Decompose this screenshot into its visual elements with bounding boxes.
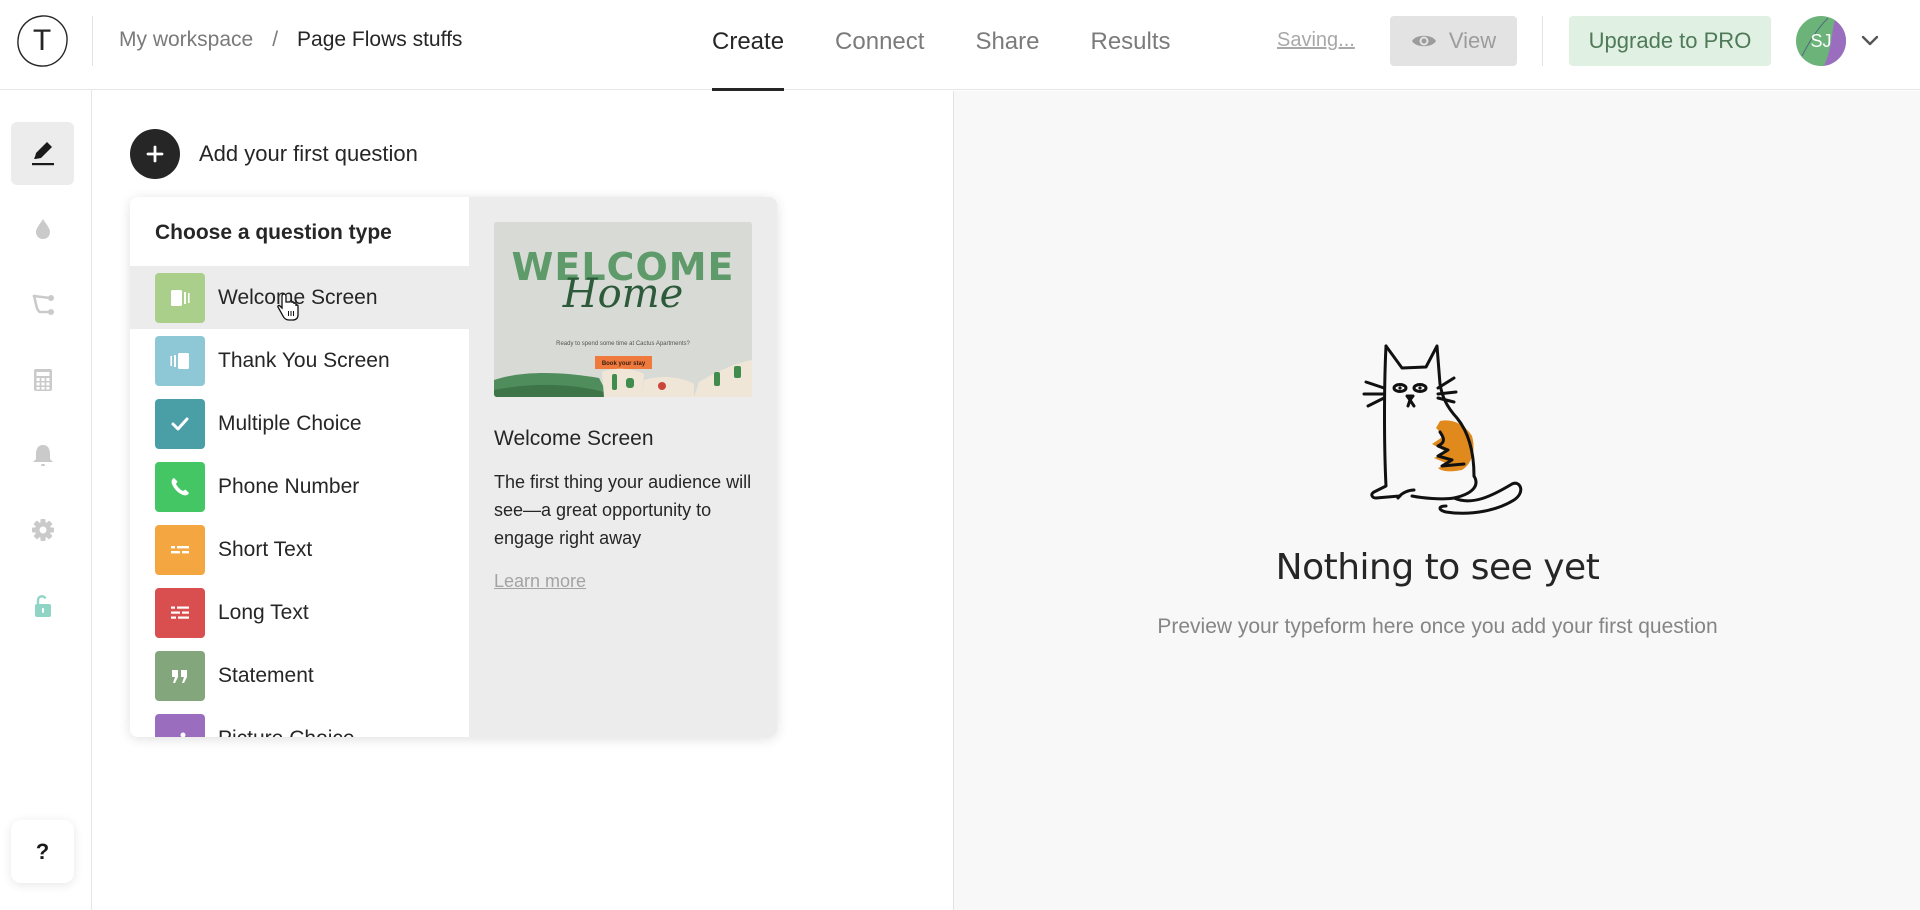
help-button[interactable]: ? <box>11 820 74 883</box>
question-type-label: Thank You Screen <box>218 348 390 372</box>
top-header: T My workspace / Page Flows stuffs Creat… <box>0 0 1920 91</box>
tab-connect[interactable]: Connect <box>835 0 924 90</box>
avatar-initials: SJ <box>1810 30 1832 51</box>
add-question-label: Add your first question <box>199 141 418 166</box>
left-sidebar: ? <box>0 90 92 910</box>
typeform-logo[interactable]: T <box>14 13 70 69</box>
sidebar-item-logic[interactable] <box>11 273 74 336</box>
gear-icon <box>31 518 54 541</box>
upgrade-to-pro-button[interactable]: Upgrade to PRO <box>1569 16 1771 66</box>
question-type-label: Picture Choice <box>218 727 355 738</box>
check-icon <box>155 398 205 449</box>
question-type-label: Short Text <box>218 537 313 561</box>
sidebar-item-create[interactable] <box>11 122 74 185</box>
question-type-title: Choose a question type <box>155 221 392 244</box>
plus-icon <box>130 129 180 179</box>
welcome-home-illustration: WELCOME Home Ready to spend some time at… <box>494 222 752 397</box>
preview-title: Welcome Screen <box>494 427 654 450</box>
thank-you-screen-icon <box>155 335 205 386</box>
tab-create[interactable]: Create <box>712 0 785 91</box>
question-type-multiple-choice[interactable]: Multiple Choice <box>130 392 469 455</box>
preview-book-button: Book your stay <box>602 361 646 367</box>
question-type-label: Multiple Choice <box>218 411 362 435</box>
user-avatar[interactable]: SJ <box>1796 16 1846 66</box>
view-button[interactable]: View <box>1390 16 1517 66</box>
phone-icon <box>155 461 205 512</box>
quote-icon <box>155 650 205 701</box>
form-preview-panel: Nothing to see yet Preview your typeform… <box>953 91 1920 910</box>
calculator-icon <box>33 368 52 391</box>
empty-preview-subtitle: Preview your typeform here once you add … <box>1157 615 1718 638</box>
preview-script: Home <box>562 271 684 317</box>
question-type-short-text[interactable]: Short Text <box>130 518 469 581</box>
eye-icon <box>1411 35 1436 47</box>
question-type-preview: WELCOME Home Ready to spend some time at… <box>469 197 777 737</box>
question-type-list[interactable]: Choose a question type Welcome Screen Th… <box>130 197 469 737</box>
welcome-screen-icon <box>155 272 205 323</box>
question-type-label: Phone Number <box>218 474 360 498</box>
question-type-picture-choice[interactable]: Picture Choice <box>130 707 469 737</box>
question-type-long-text[interactable]: Long Text <box>130 581 469 644</box>
question-type-phone-number[interactable]: Phone Number <box>130 455 469 518</box>
add-question-button[interactable]: Add your first question <box>130 129 418 179</box>
sidebar-item-calculator[interactable] <box>11 348 74 411</box>
view-button-label: View <box>1448 28 1497 53</box>
question-type-welcome-screen[interactable]: Welcome Screen <box>130 266 469 329</box>
sidebar-item-notifications[interactable] <box>11 423 74 486</box>
builder-panel: Add your first question Choose a questio… <box>93 91 953 910</box>
picture-choice-icon <box>155 713 205 737</box>
tab-share[interactable]: Share <box>975 0 1039 90</box>
short-text-icon <box>155 524 205 575</box>
question-type-picker: Choose a question type Welcome Screen Th… <box>130 197 777 737</box>
welcome-screen-preview-image: WELCOME Home Ready to spend some time at… <box>494 222 752 397</box>
question-type-statement[interactable]: Statement <box>130 644 469 707</box>
question-type-thank-you-screen[interactable]: Thank You Screen <box>130 329 469 392</box>
sidebar-item-access[interactable] <box>11 574 74 637</box>
chevron-down-icon[interactable] <box>1859 29 1881 51</box>
sidebar-item-design[interactable] <box>11 197 74 260</box>
logo-letter: T <box>32 24 52 57</box>
sidebar-item-settings[interactable] <box>11 498 74 561</box>
main-nav-tabs: Create Connect Share Results <box>712 0 1222 91</box>
question-type-label: Welcome Screen <box>218 285 378 309</box>
learn-more-link[interactable]: Learn more <box>494 571 586 592</box>
preview-tagline: Ready to spend some time at Cactus Apart… <box>556 341 690 347</box>
branch-icon <box>32 294 54 315</box>
question-type-label: Long Text <box>218 600 309 624</box>
long-text-icon <box>155 587 205 638</box>
empty-preview-title: Nothing to see yet <box>1275 547 1600 588</box>
breadcrumb: My workspace / Page Flows stuffs <box>119 28 462 52</box>
question-type-label: Statement <box>218 663 314 687</box>
header-divider <box>1542 16 1543 66</box>
breadcrumb-page-title[interactable]: Page Flows stuffs <box>297 28 462 52</box>
unlock-icon <box>34 594 51 617</box>
tab-results[interactable]: Results <box>1090 0 1170 90</box>
saving-status: Saving... <box>1277 29 1355 51</box>
header-divider <box>92 16 93 66</box>
droplet-icon <box>35 218 50 239</box>
pencil-icon <box>31 141 54 165</box>
breadcrumb-separator: / <box>272 28 279 51</box>
bell-icon <box>32 444 53 466</box>
preview-description: The first thing your audience will see—a… <box>494 472 752 548</box>
breadcrumb-workspace-link[interactable]: My workspace <box>119 28 253 52</box>
cat-illustration <box>1362 344 1523 515</box>
